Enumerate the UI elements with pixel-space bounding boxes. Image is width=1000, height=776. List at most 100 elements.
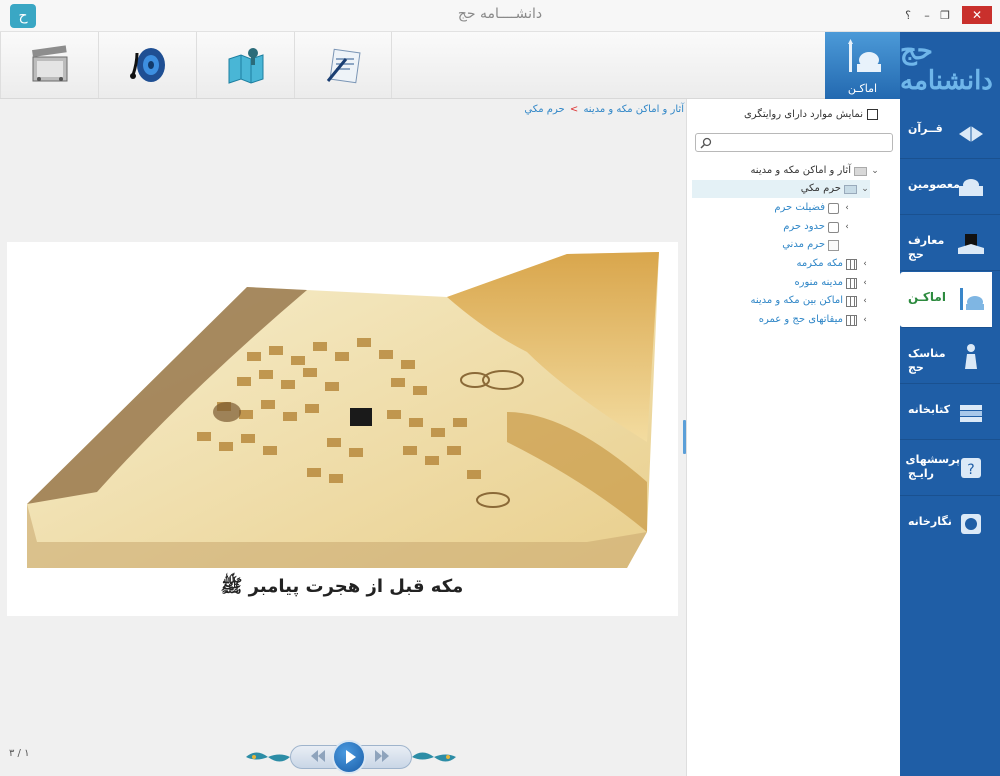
chevron-right-icon[interactable]: › — [860, 274, 870, 292]
search-icon — [700, 137, 712, 149]
sidebar-item-label: معارف حج — [908, 234, 945, 261]
tree-node-haram-madani[interactable]: حرم مدني — [782, 236, 852, 254]
question-icon: ? — [961, 458, 981, 478]
speaker-icon — [129, 48, 165, 82]
chevron-down-icon[interactable]: ⌄ — [870, 162, 880, 180]
grid-icon — [846, 314, 857, 326]
sidebar-item-places[interactable]: اماکـن — [900, 272, 992, 328]
breadcrumb-parent[interactable]: آثار و اماکن مکه و مدینه — [583, 104, 684, 115]
tree-node-label: آثار و اماکن مکه و مدينه — [750, 165, 851, 176]
tab-places-label: اماکـن — [847, 82, 878, 95]
map-button[interactable] — [196, 32, 294, 98]
tree-node-miqats[interactable]: › ميقاتهای حج و عمره — [759, 311, 870, 329]
pane-splitter[interactable] — [683, 420, 686, 454]
text-button[interactable] — [294, 32, 392, 98]
grid-icon — [846, 295, 857, 307]
sidebar-item-hajj-rites[interactable]: مناسک حج — [900, 329, 1000, 384]
help-button[interactable]: ؟ — [902, 8, 914, 24]
sidebar-item-infallibles[interactable]: معصومين — [900, 160, 1000, 215]
tree-node-makkah[interactable]: › مكه مكرمه — [796, 255, 870, 273]
kaaba-book-icon — [958, 234, 984, 254]
grid-icon — [846, 277, 857, 289]
sidebar-item-label: معصومين — [908, 178, 960, 191]
breadcrumb-current[interactable]: حرم مكي — [524, 104, 564, 115]
minimize-button[interactable]: – — [920, 8, 934, 24]
map-icon — [228, 48, 263, 84]
sidebar-item-quran[interactable]: قــرآن — [900, 104, 1000, 159]
window-title: دانشــــامه حج — [457, 6, 543, 22]
tree-node-haram-makki[interactable]: ⌄ حرم مكي — [692, 180, 870, 198]
close-button[interactable]: ✕ — [962, 6, 992, 24]
sidebar-item-label: مناسک حج — [908, 347, 946, 374]
sidebar-item-label: اماکـن — [908, 290, 946, 304]
ornament-left-icon — [246, 752, 290, 762]
sidebar-logo: حج دانشنامه — [900, 32, 1000, 100]
sidebar-item-faq[interactable]: پرسشهای رایـج ? — [900, 441, 1000, 496]
slideshow-player — [246, 740, 456, 774]
mecca-illustration: مكه قبل از هجرت پيامبر ﷺ — [27, 252, 659, 597]
film-icon — [31, 45, 67, 82]
folder-icon — [844, 184, 857, 194]
tree-node-label: مدينه منوره — [794, 277, 843, 288]
tree-node-between-cities[interactable]: › اماکن بين مكه و مدينه — [750, 292, 870, 310]
tree-node-label: حرم مدني — [782, 239, 825, 250]
pilgrim-icon — [965, 344, 977, 369]
gallery-icon — [961, 514, 981, 534]
sidebar-item-label: نگارخانه — [908, 515, 952, 528]
tree-node-haram-boundaries[interactable]: › حدود حرم — [783, 218, 852, 236]
tab-places[interactable]: اماکـن — [825, 32, 900, 99]
logo-text: حج دانشنامه — [900, 36, 993, 96]
tree-node-mecca-medina[interactable]: ⌄ آثار و اماکن مکه و مدينه — [750, 162, 880, 180]
document-icon — [828, 202, 839, 214]
restore-button[interactable]: ❐ — [938, 8, 952, 24]
narration-filter-label: نمایش موارد دارای روایتگری — [743, 109, 863, 120]
books-icon — [960, 405, 982, 422]
play-icon — [346, 750, 356, 764]
sidebar-item-hajj-knowledge[interactable]: معارف حج — [900, 216, 1000, 271]
chevron-right-icon[interactable]: › — [860, 311, 870, 329]
tree-node-madinah[interactable]: › مدينه منوره — [794, 274, 870, 292]
page-icon — [828, 239, 839, 251]
video-button[interactable] — [0, 32, 98, 98]
title-bar: ح دانشــــامه حج ؟ ❐ – ✕ — [0, 0, 1000, 32]
breadcrumb-separator: > — [569, 104, 579, 115]
shrine-icon — [959, 179, 983, 196]
chevron-right-icon[interactable]: › — [860, 292, 870, 310]
mosque-icon — [848, 39, 881, 72]
search-input[interactable] — [718, 135, 890, 150]
tree-node-label: حرم مكي — [800, 183, 841, 194]
chevron-right-icon[interactable]: › — [860, 255, 870, 273]
ornament-right-icon — [412, 752, 456, 762]
previous-button[interactable] — [310, 749, 326, 763]
chevron-down-icon[interactable]: ⌄ — [860, 180, 870, 198]
narration-filter-checkbox[interactable] — [867, 109, 878, 120]
document-pen-icon — [326, 48, 361, 84]
tree-node-label: اماکن بين مكه و مدينه — [750, 295, 843, 306]
tree-search[interactable] — [695, 133, 893, 152]
tree-node-label: ميقاتهای حج و عمره — [758, 314, 843, 325]
tree-node-label: حدود حرم — [783, 221, 825, 232]
toolbar: اماکـن — [0, 32, 900, 99]
svg-text:?: ? — [967, 462, 974, 478]
sidebar: حج دانشنامه قــرآن معصومين معارف حج اماک… — [900, 32, 1000, 776]
chevron-right-icon[interactable]: › — [842, 218, 852, 236]
audio-button[interactable] — [98, 32, 196, 98]
sidebar-item-library[interactable]: کتابخانه — [900, 385, 1000, 440]
tree-node-label: مكه مكرمه — [796, 258, 843, 269]
document-icon — [828, 221, 839, 233]
folder-icon — [854, 166, 867, 176]
image-caption: مكه قبل از هجرت پيامبر ﷺ — [221, 572, 464, 597]
quran-icon — [959, 126, 983, 142]
narration-filter[interactable]: نمایش موارد دارای روایتگری — [744, 109, 878, 120]
next-button[interactable] — [374, 749, 390, 763]
play-button[interactable] — [332, 740, 366, 774]
sidebar-item-label: کتابخانه — [908, 403, 951, 416]
breadcrumb: آثار و اماکن مکه و مدینه > حرم مكي — [524, 104, 684, 115]
mosque-icon — [960, 288, 984, 310]
tree-node-haram-virtue[interactable]: › فضيلت حرم — [774, 199, 852, 217]
page-counter: ۱ / ۳ — [9, 748, 30, 759]
tree-pane: نمایش موارد دارای روایتگری ⌄ آثار و اماک… — [686, 99, 900, 776]
chevron-right-icon[interactable]: › — [842, 199, 852, 217]
tree-node-label: فضيلت حرم — [774, 202, 825, 213]
sidebar-item-gallery[interactable]: نگارخانه — [900, 497, 1000, 552]
